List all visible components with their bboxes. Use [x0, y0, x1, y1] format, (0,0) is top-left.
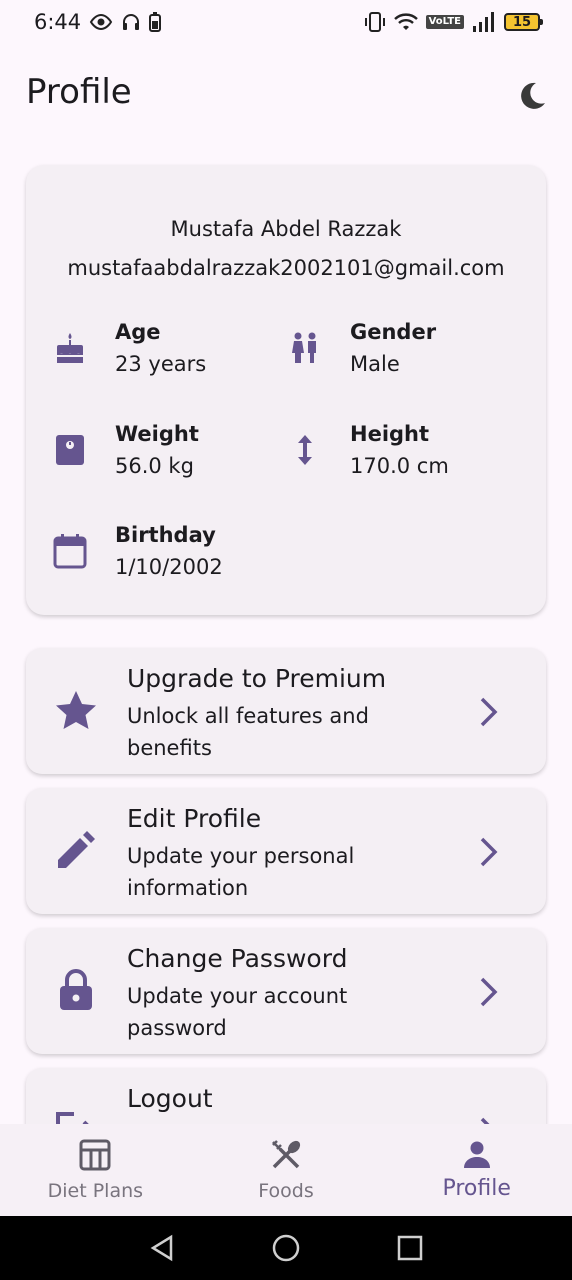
page-title: Profile [26, 72, 132, 112]
change-password-subtitle: Update your account password [127, 984, 348, 1040]
height-value: 170.0 cm [350, 454, 449, 478]
volte-badge: VoLTE [425, 15, 464, 29]
edit-profile-title: Edit Profile [127, 804, 262, 833]
profile-email: mustafaabdalrazzak2002101@gmail.com [67, 256, 505, 280]
chevron-right-icon [474, 832, 502, 872]
eye-icon [89, 14, 113, 30]
change-password-title: Change Password [127, 944, 348, 973]
battery-icon: 15 [504, 13, 543, 31]
gender-icon [288, 328, 322, 368]
headphones-icon [121, 12, 141, 32]
person-icon [460, 1138, 494, 1172]
chevron-right-icon [474, 972, 502, 1012]
profile-card: Mustafa Abdel Razzak mustafaabdalrazzak2… [26, 165, 546, 615]
nav-foods-label: Foods [258, 1180, 314, 1202]
pencil-icon [54, 828, 98, 872]
scale-icon [53, 430, 87, 470]
change-password-button[interactable]: Change Password Update your account pass… [26, 928, 546, 1054]
profile-name: Mustafa Abdel Razzak [170, 217, 402, 241]
edit-profile-button[interactable]: Edit Profile Update your personal inform… [26, 788, 546, 914]
recents-square-icon [397, 1235, 423, 1261]
battery-level: 15 [512, 14, 532, 30]
home-button[interactable] [266, 1228, 306, 1268]
logout-title: Logout [127, 1084, 213, 1113]
lock-icon [54, 968, 98, 1012]
nav-profile[interactable]: Profile [381, 1124, 572, 1216]
system-navigation-bar [0, 1216, 572, 1280]
chevron-right-icon [474, 692, 502, 732]
nav-profile-label: Profile [442, 1176, 511, 1201]
status-bar: 6:44 VoLTE 15 [0, 0, 572, 44]
nav-diet-plans-label: Diet Plans [47, 1180, 144, 1202]
gender-value: Male [350, 352, 400, 376]
home-circle-icon [272, 1234, 300, 1262]
birthday-label: Birthday [115, 523, 216, 547]
back-button[interactable] [142, 1228, 182, 1268]
gender-label: Gender [350, 320, 437, 344]
wifi-icon [393, 13, 418, 31]
status-left: 6:44 [34, 10, 162, 34]
cake-icon [53, 328, 87, 368]
age-label: Age [115, 320, 161, 344]
weight-value: 56.0 kg [115, 454, 194, 478]
nav-diet-plans[interactable]: Diet Plans [0, 1124, 191, 1216]
edit-profile-subtitle: Update your personal information [127, 844, 355, 900]
battery-saver-icon [149, 12, 162, 32]
height-label: Height [350, 422, 430, 446]
height-icon [288, 430, 322, 470]
dark-mode-toggle[interactable] [512, 76, 552, 116]
utensils-icon [269, 1138, 303, 1172]
calendar-icon [53, 531, 87, 571]
star-icon [54, 688, 98, 732]
weight-label: Weight [115, 422, 199, 446]
recents-button[interactable] [390, 1228, 430, 1268]
table-icon [78, 1138, 112, 1172]
signal-icon [472, 12, 496, 32]
upgrade-title: Upgrade to Premium [127, 664, 387, 693]
nav-foods[interactable]: Foods [191, 1124, 382, 1216]
back-triangle-icon [150, 1234, 173, 1262]
status-right: VoLTE 15 [364, 12, 543, 32]
birthday-value: 1/10/2002 [115, 555, 223, 579]
age-value: 23 years [115, 352, 207, 376]
moon-icon [521, 82, 545, 109]
upgrade-premium-button[interactable]: Upgrade to Premium Unlock all features a… [26, 648, 546, 774]
status-time: 6:44 [34, 10, 82, 34]
bottom-navigation: Diet Plans Foods Profile [0, 1124, 572, 1216]
vibrate-icon [364, 12, 386, 32]
upgrade-subtitle: Unlock all features and benefits [127, 704, 369, 760]
